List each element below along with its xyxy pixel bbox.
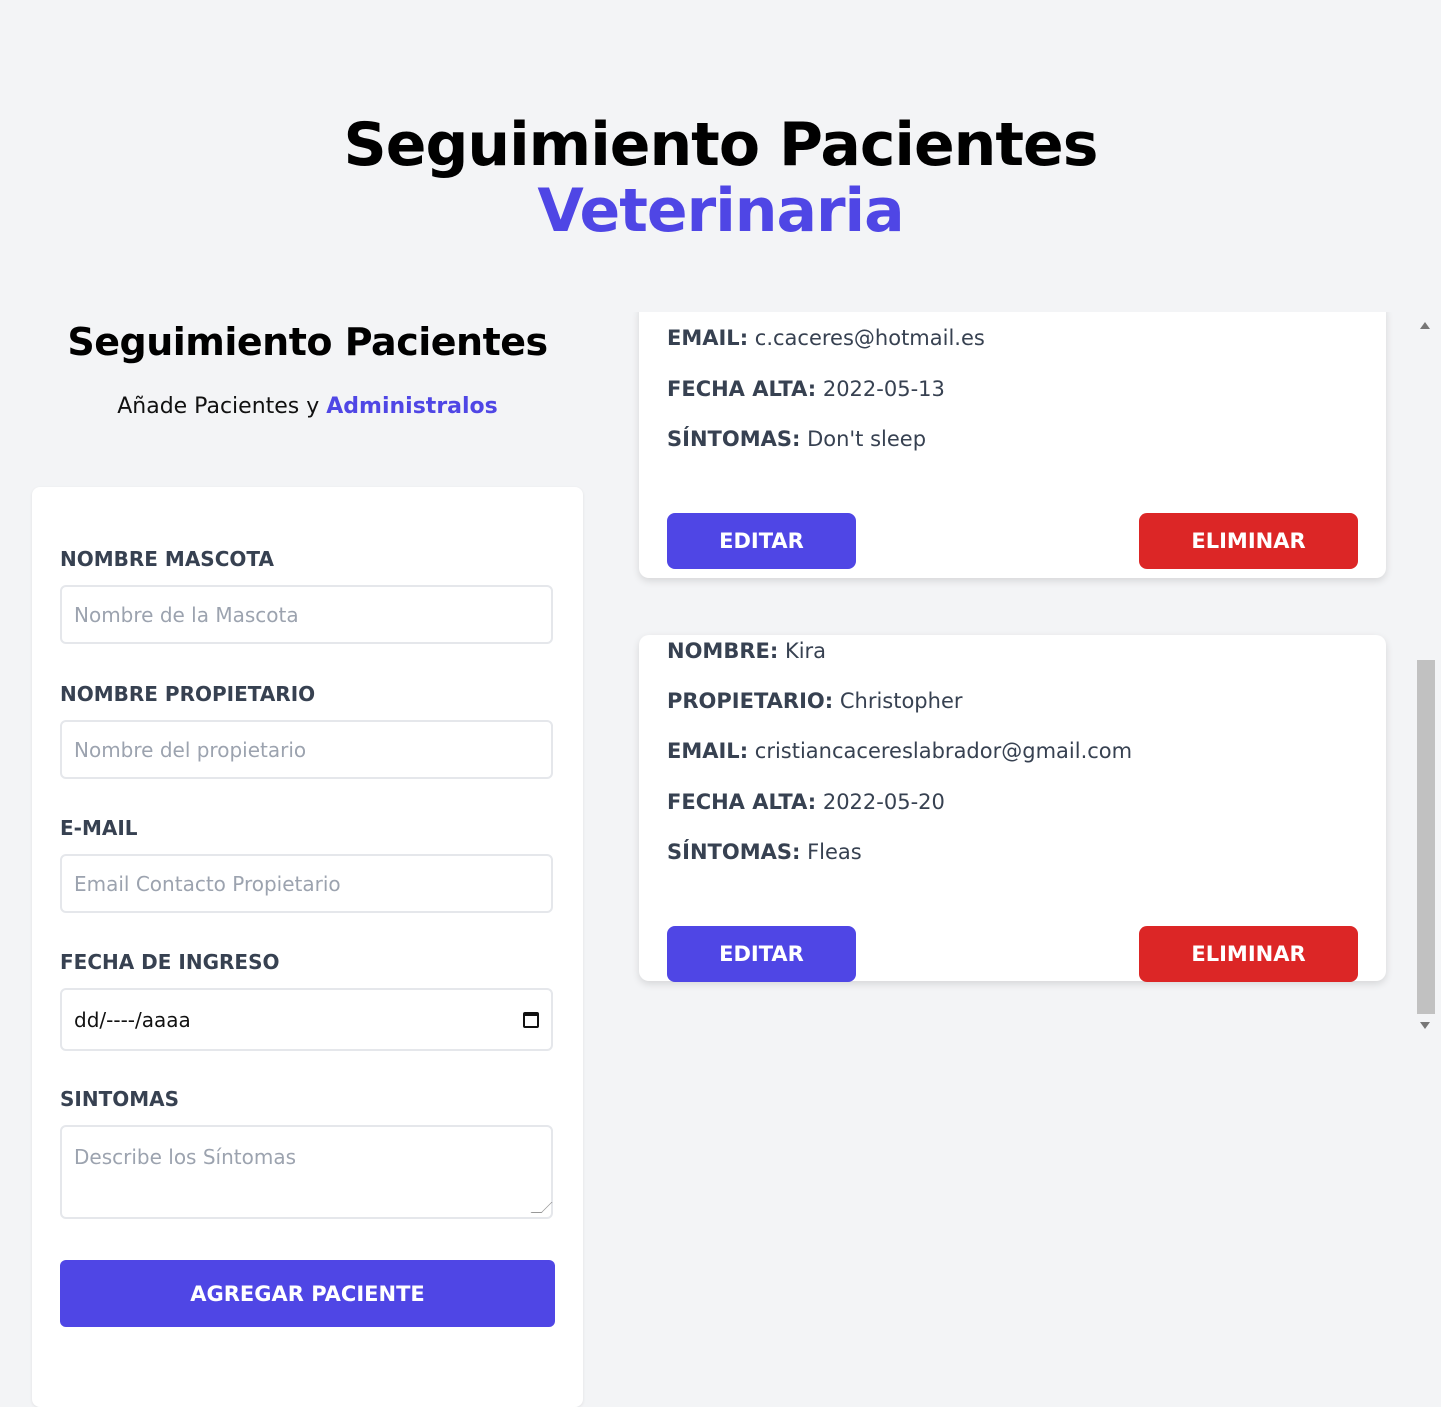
- owner-name-input[interactable]: Nombre del propietario: [60, 720, 553, 779]
- symptoms-textarea[interactable]: Describe los Síntomas: [60, 1125, 553, 1219]
- pet-name-input[interactable]: Nombre de la Mascota: [60, 585, 553, 644]
- patient-form: Nombre Mascota Nombre de la Mascota Nomb…: [32, 487, 583, 1407]
- date-value: dd/----/aaaa: [74, 1007, 191, 1032]
- patient-email: Email: c.caceres@hotmail.es: [667, 326, 985, 350]
- patient-name-value: Kira: [784, 639, 827, 663]
- patient-date: Fecha Alta: 2022-05-20: [667, 790, 945, 814]
- patient-email-label: Email:: [667, 326, 749, 350]
- form-section: Seguimiento Pacientes Añade Pacientes y …: [32, 310, 583, 1407]
- patient-email: Email: cristiancacereslabrador@gmail.com: [667, 739, 1132, 763]
- scroll-thumb[interactable]: [1417, 660, 1435, 1014]
- delete-button[interactable]: Eliminar: [1139, 513, 1358, 569]
- owner-name-label: Nombre Propietario: [60, 682, 316, 706]
- patient-card: Nombre: Kira Propietario: Christopher Em…: [639, 635, 1386, 982]
- patient-email-value: cristiancacereslabrador@gmail.com: [754, 739, 1133, 763]
- edit-button[interactable]: Editar: [667, 926, 856, 982]
- patient-list[interactable]: Email: c.caceres@hotmail.es Fecha Alta: …: [612, 312, 1437, 1034]
- patient-date-value: 2022-05-20: [822, 790, 945, 814]
- edit-button[interactable]: Editar: [667, 513, 856, 569]
- calendar-icon[interactable]: [523, 1011, 539, 1028]
- form-subtitle: Añade Pacientes y Administralos: [32, 394, 583, 419]
- page-title-accent: Veterinaria: [537, 176, 904, 246]
- scroll-up-arrow-icon[interactable]: [1420, 322, 1430, 329]
- email-label: E-mail: [60, 816, 138, 840]
- delete-button[interactable]: Eliminar: [1139, 926, 1358, 982]
- symptoms-placeholder: Describe los Síntomas: [74, 1145, 296, 1169]
- patient-email-label: Email:: [667, 739, 749, 763]
- patient-date-label: Fecha Alta:: [667, 790, 817, 814]
- patient-symptoms-label: Síntomas:: [667, 427, 801, 451]
- form-title: Seguimiento Pacientes: [67, 320, 548, 364]
- patient-card: Email: c.caceres@hotmail.es Fecha Alta: …: [639, 312, 1386, 578]
- patient-symptoms: Síntomas: Don't sleep: [667, 427, 926, 451]
- patient-symptoms-value: Don't sleep: [807, 427, 927, 451]
- patient-symptoms-value: Fleas: [807, 840, 862, 864]
- add-patient-button[interactable]: Agregar Paciente: [60, 1260, 555, 1327]
- patient-list-scrollbar[interactable]: [1416, 316, 1436, 1034]
- resize-handle-icon[interactable]: [530, 1202, 553, 1213]
- patient-owner: Propietario: Christopher: [667, 689, 963, 713]
- scroll-down-arrow-icon[interactable]: [1420, 1022, 1430, 1029]
- symptoms-field: Sintomas Describe los Síntomas: [60, 1087, 555, 1219]
- date-label: Fecha de Ingreso: [60, 950, 280, 974]
- page-header: Seguimiento Pacientes Veterinaria: [0, 112, 1441, 244]
- patient-date-label: Fecha Alta:: [667, 377, 817, 401]
- pet-name-label: Nombre Mascota: [60, 547, 274, 571]
- patient-symptoms-label: Síntomas:: [667, 840, 801, 864]
- patient-name-label: Nombre:: [667, 639, 779, 663]
- email-input[interactable]: Email Contacto Propietario: [60, 854, 553, 913]
- patient-email-value: c.caceres@hotmail.es: [754, 326, 985, 350]
- patient-owner-label: Propietario:: [667, 689, 834, 713]
- date-field: Fecha de Ingreso dd/----/aaaa: [60, 950, 555, 1051]
- patient-name: Nombre: Kira: [667, 639, 826, 663]
- patient-owner-value: Christopher: [839, 689, 963, 713]
- form-subtitle-accent: Administralos: [326, 394, 498, 419]
- patient-date-value: 2022-05-13: [822, 377, 945, 401]
- symptoms-label: Sintomas: [60, 1087, 180, 1111]
- patient-date: Fecha Alta: 2022-05-13: [667, 377, 945, 401]
- date-input[interactable]: dd/----/aaaa: [60, 988, 553, 1051]
- page-title: Seguimiento Pacientes: [343, 110, 1099, 180]
- patient-symptoms: Síntomas: Fleas: [667, 840, 862, 864]
- email-field: E-mail Email Contacto Propietario: [60, 816, 555, 913]
- form-subtitle-prefix: Añade Pacientes y: [117, 394, 327, 419]
- owner-name-field: Nombre Propietario Nombre del propietari…: [60, 682, 555, 779]
- pet-name-field: Nombre Mascota Nombre de la Mascota: [60, 547, 555, 644]
